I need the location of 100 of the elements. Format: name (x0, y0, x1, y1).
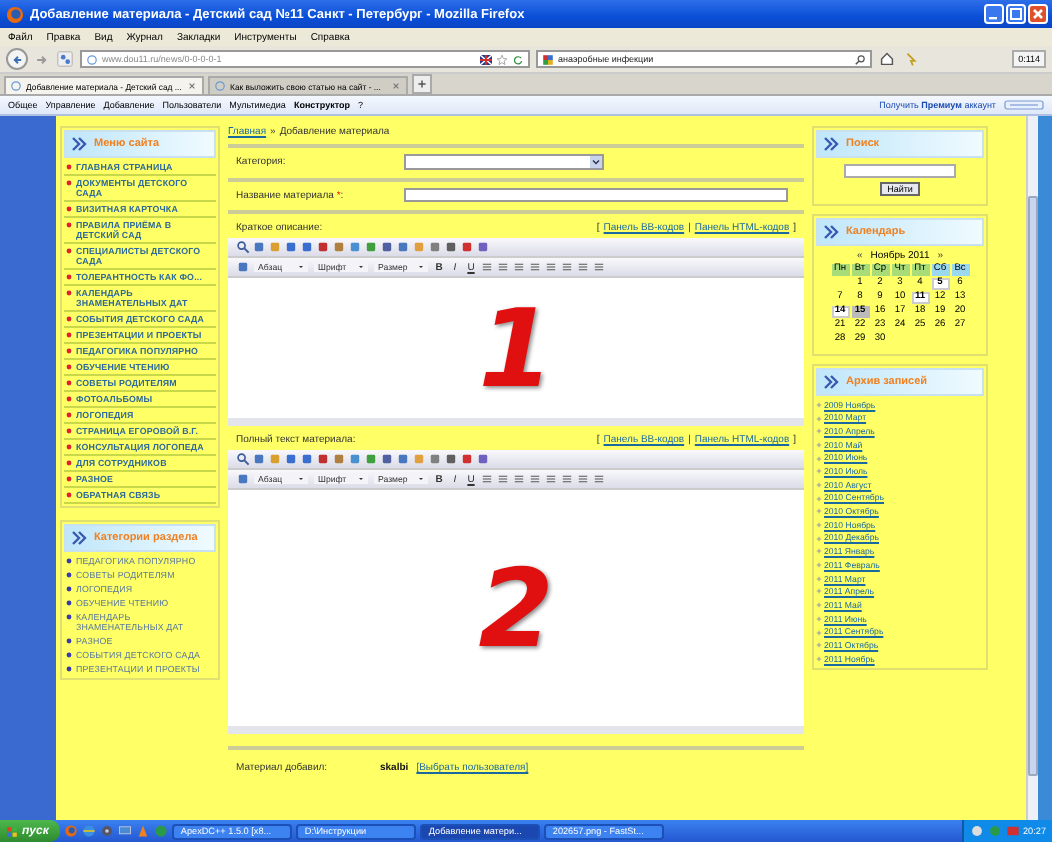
bullet-icon (66, 558, 72, 564)
lines-icon[interactable] (528, 472, 542, 486)
square-icon[interactable] (460, 240, 474, 254)
windows-logo-icon (6, 825, 18, 837)
bullet-icon (66, 290, 72, 296)
new-tab-button[interactable] (412, 74, 432, 94)
home-icon[interactable] (878, 50, 896, 68)
maximize-button[interactable] (1006, 4, 1026, 24)
square-icon[interactable] (332, 240, 346, 254)
bullet-icon (66, 428, 72, 434)
search-icon[interactable] (854, 53, 866, 65)
title-input[interactable] (404, 188, 788, 202)
bullet-icon (66, 492, 72, 498)
lines-icon[interactable] (576, 472, 590, 486)
lines-icon[interactable] (560, 472, 574, 486)
lines-icon[interactable] (592, 260, 606, 274)
bullet-icon (66, 614, 72, 620)
dropdown-arrow-icon[interactable] (590, 156, 602, 168)
square-icon[interactable] (348, 452, 362, 466)
square-icon[interactable] (380, 452, 394, 466)
square-icon[interactable] (284, 240, 298, 254)
square-icon[interactable] (300, 452, 314, 466)
search-icon[interactable] (236, 452, 250, 466)
square-icon[interactable] (364, 452, 378, 466)
double-chevron-icon (70, 530, 88, 546)
search-input[interactable] (844, 164, 956, 178)
lines-icon[interactable] (544, 260, 558, 274)
bullet-icon (66, 638, 72, 644)
lines-icon[interactable] (592, 472, 606, 486)
double-chevron-icon (70, 136, 88, 152)
square-icon[interactable] (364, 240, 378, 254)
bullet-icon (66, 380, 72, 386)
bullet-icon (66, 666, 72, 672)
back-button[interactable] (6, 48, 28, 70)
square-icon[interactable] (444, 240, 458, 254)
square-icon[interactable] (380, 240, 394, 254)
square-icon[interactable] (252, 240, 266, 254)
minimize-button[interactable] (984, 4, 1004, 24)
square-icon[interactable] (396, 452, 410, 466)
bullet-icon (66, 180, 72, 186)
double-chevron-icon (822, 374, 840, 390)
lines-icon[interactable] (528, 260, 542, 274)
lines-icon[interactable] (480, 260, 494, 274)
page-icon (214, 80, 226, 92)
lines-icon[interactable] (480, 472, 494, 486)
globe-icon[interactable] (82, 824, 97, 838)
text-editor[interactable]: 1 (228, 278, 804, 418)
lines-icon[interactable] (560, 260, 574, 274)
scrollbar[interactable] (1026, 116, 1038, 820)
bullet-icon (66, 348, 72, 354)
close-icon[interactable] (390, 80, 402, 92)
category-select[interactable] (404, 154, 604, 170)
bullet-icon (66, 206, 72, 212)
browser-logo-icon (6, 5, 24, 23)
bullet-icon (66, 652, 72, 658)
square-icon[interactable] (444, 452, 458, 466)
bullet-icon (66, 460, 72, 466)
lines-icon[interactable] (512, 472, 526, 486)
monitor-icon[interactable] (118, 824, 133, 838)
square-icon[interactable] (252, 452, 266, 466)
star-icon[interactable] (496, 53, 508, 65)
toggle-icon[interactable] (1004, 100, 1044, 110)
square-icon[interactable] (476, 240, 490, 254)
square-icon[interactable] (428, 452, 442, 466)
lines-icon[interactable] (512, 260, 526, 274)
square-icon[interactable] (476, 452, 490, 466)
search-icon[interactable] (236, 240, 250, 254)
close-icon[interactable] (186, 80, 198, 92)
bullet-icon (66, 222, 72, 228)
handwritten-annotation: 2 (478, 545, 554, 671)
browser-logo-icon[interactable] (64, 824, 79, 838)
square-icon[interactable] (316, 240, 330, 254)
bullet-icon (66, 444, 72, 450)
square-icon[interactable] (396, 240, 410, 254)
square-icon[interactable] (300, 240, 314, 254)
lines-icon[interactable] (496, 260, 510, 274)
text-editor[interactable]: 2 (228, 490, 804, 726)
forward-arrow-icon[interactable] (34, 51, 50, 67)
lines-icon[interactable] (576, 260, 590, 274)
close-icon (1030, 6, 1046, 22)
square-icon[interactable] (236, 472, 250, 486)
bullet-icon (66, 600, 72, 606)
square-icon[interactable] (428, 240, 442, 254)
bullet-icon (66, 316, 72, 322)
square-icon[interactable] (236, 260, 250, 274)
close-button[interactable] (1028, 4, 1048, 24)
cone-icon[interactable] (136, 824, 151, 838)
bullet-icon (66, 572, 72, 578)
lines-icon[interactable] (544, 472, 558, 486)
lines-icon[interactable] (496, 472, 510, 486)
square-icon[interactable] (316, 452, 330, 466)
square-icon[interactable] (460, 452, 474, 466)
search-engine-icon (542, 53, 554, 65)
double-chevron-icon (822, 136, 840, 152)
square-icon[interactable] (348, 240, 362, 254)
square-icon[interactable] (332, 452, 346, 466)
flag-icon (480, 53, 492, 65)
reload-icon[interactable] (512, 53, 524, 65)
square-icon[interactable] (284, 452, 298, 466)
bullet-icon (66, 332, 72, 338)
